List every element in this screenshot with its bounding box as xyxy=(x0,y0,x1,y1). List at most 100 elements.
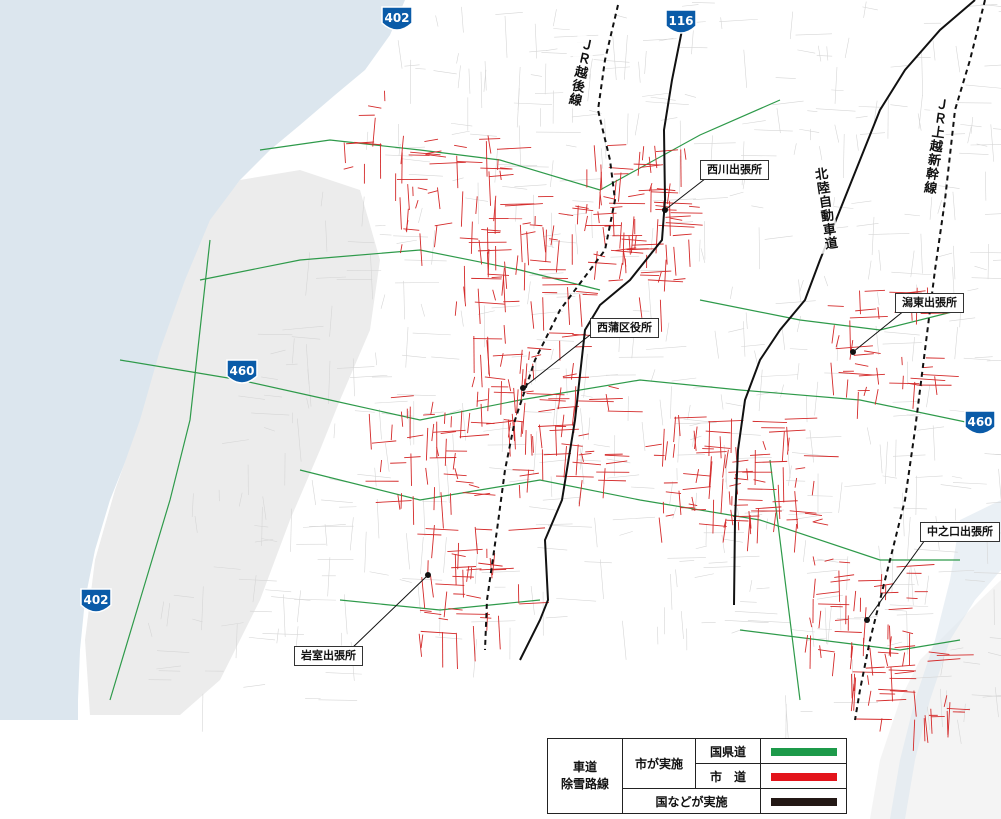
grid-road xyxy=(524,411,552,414)
grid-road xyxy=(955,45,961,73)
city-road xyxy=(834,631,862,633)
city-road xyxy=(519,472,539,477)
grid-road xyxy=(700,248,706,263)
grid-road xyxy=(667,557,706,559)
city-road xyxy=(655,149,679,153)
grid-road xyxy=(452,433,454,450)
city-road xyxy=(610,206,623,209)
grid-road xyxy=(385,442,390,472)
grid-road xyxy=(349,517,354,551)
grid-road xyxy=(677,427,680,463)
grid-road xyxy=(866,427,872,445)
grid-road xyxy=(952,482,987,485)
iwamuro-office-label: 岩室出張所 xyxy=(294,646,363,666)
grid-road xyxy=(468,68,471,94)
city-road xyxy=(519,224,523,263)
grid-road xyxy=(917,426,945,431)
nishikan-marker xyxy=(520,385,526,391)
legend-city-road-label: 市 道 xyxy=(695,763,761,789)
grid-road xyxy=(248,637,276,641)
city-road xyxy=(834,574,855,578)
grid-road xyxy=(424,411,444,415)
city-road xyxy=(894,645,916,649)
city-road xyxy=(618,172,622,202)
city-road xyxy=(874,389,879,405)
grid-road xyxy=(396,394,436,397)
grid-road xyxy=(691,2,715,4)
city-road xyxy=(487,135,492,154)
grid-road xyxy=(906,611,908,655)
katahigashi-office-label: 潟東出張所 xyxy=(895,293,964,313)
city-road xyxy=(839,561,851,564)
grid-road xyxy=(893,507,928,510)
city-road xyxy=(484,376,506,380)
grid-road xyxy=(457,65,461,89)
grid-road xyxy=(437,452,441,497)
grid-road xyxy=(418,207,423,223)
city-road xyxy=(864,289,885,292)
grid-road xyxy=(816,55,833,57)
grid-road xyxy=(807,495,833,497)
grid-road xyxy=(536,339,575,342)
grid-road xyxy=(884,331,920,336)
city-road xyxy=(478,240,483,265)
city-road xyxy=(476,391,479,407)
city-road xyxy=(708,419,744,423)
city-road xyxy=(562,376,589,379)
grid-road xyxy=(951,476,963,479)
grid-road xyxy=(856,134,859,151)
city-road xyxy=(343,142,346,164)
grid-road xyxy=(971,277,1001,279)
city-road xyxy=(593,251,598,280)
city-road xyxy=(888,669,916,672)
city-road xyxy=(728,491,731,505)
grid-road xyxy=(494,147,498,183)
city-road xyxy=(598,479,626,482)
grid-road xyxy=(851,200,872,204)
city-road xyxy=(673,416,677,443)
grid-road xyxy=(745,312,748,329)
grid-road xyxy=(483,427,512,432)
city-road xyxy=(518,484,521,499)
city-road xyxy=(555,240,560,273)
grid-road xyxy=(420,536,424,575)
city-road xyxy=(752,420,788,423)
city-road xyxy=(542,297,545,331)
grid-road xyxy=(920,233,923,274)
grid-road xyxy=(775,77,796,79)
city-road xyxy=(576,291,599,294)
grid-road xyxy=(357,474,391,479)
city-road xyxy=(400,411,404,427)
grid-road xyxy=(325,672,362,675)
grid-road xyxy=(375,225,386,227)
city-road xyxy=(781,431,785,462)
grid-road xyxy=(565,144,577,148)
grid-road xyxy=(594,517,598,548)
grid-road xyxy=(641,422,646,452)
grid-road xyxy=(537,547,568,551)
city-road xyxy=(492,289,496,301)
grid-road xyxy=(533,431,538,475)
grid-road xyxy=(366,131,369,150)
city-road xyxy=(689,205,700,208)
grid-road xyxy=(698,239,701,262)
grid-road xyxy=(461,6,464,33)
city-road xyxy=(851,673,853,699)
grid-road xyxy=(379,409,382,440)
grid-road xyxy=(904,213,920,217)
grid-road xyxy=(456,53,459,64)
city-road xyxy=(730,509,734,526)
city-road xyxy=(375,500,412,503)
city-road xyxy=(548,238,558,241)
city-road xyxy=(597,211,600,224)
city-road xyxy=(910,377,946,382)
city-road xyxy=(890,666,893,702)
grid-road xyxy=(607,474,640,479)
city-road xyxy=(589,397,623,400)
city-road xyxy=(608,279,623,282)
city-road xyxy=(420,630,457,635)
city-road xyxy=(454,468,459,480)
city-road xyxy=(434,222,453,227)
grid-road xyxy=(583,353,588,398)
city-road xyxy=(404,456,421,459)
